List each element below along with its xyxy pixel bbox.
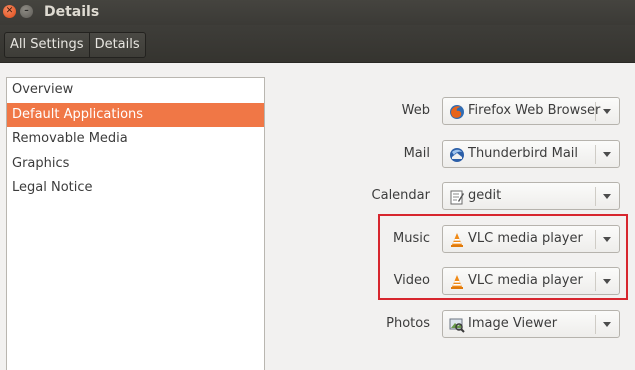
combo-separator	[595, 315, 596, 334]
web-label: Web	[401, 103, 430, 118]
photos-app-name: Image Viewer	[468, 316, 558, 331]
web-app-name: Firefox Web Browser	[468, 103, 601, 118]
mail-label: Mail	[403, 146, 430, 161]
close-icon[interactable]: ✕	[3, 5, 16, 18]
photos-label: Photos	[386, 316, 430, 331]
breadcrumb-all-settings[interactable]: All Settings	[5, 33, 90, 57]
combo-separator	[595, 102, 596, 121]
photos-app-combo[interactable]: Image Viewer	[442, 310, 620, 338]
combo-separator	[595, 187, 596, 206]
sidebar-item-overview[interactable]: Overview	[7, 78, 264, 103]
web-app-combo[interactable]: Firefox Web Browser	[442, 97, 620, 125]
sidebar-item-default-applications[interactable]: Default Applications	[7, 102, 264, 127]
highlight-box	[378, 214, 628, 300]
title-bar: ✕ – Details	[0, 0, 635, 25]
mail-app-name: Thunderbird Mail	[468, 146, 579, 161]
toolbar: All Settings Details	[0, 25, 635, 63]
calendar-app-combo[interactable]: gedit	[442, 182, 620, 210]
chevron-down-icon	[603, 194, 611, 199]
gedit-icon	[450, 190, 464, 205]
image-viewer-icon	[449, 318, 465, 333]
window-title: Details	[44, 4, 100, 20]
sidebar-item-legal-notice[interactable]: Legal Notice	[7, 176, 264, 201]
chevron-down-icon	[603, 322, 611, 327]
minimize-icon[interactable]: –	[20, 5, 33, 18]
calendar-app-name: gedit	[468, 188, 502, 203]
firefox-icon	[450, 105, 464, 119]
combo-separator	[595, 145, 596, 164]
sidebar-item-removable-media[interactable]: Removable Media	[7, 127, 264, 152]
calendar-label: Calendar	[371, 188, 430, 203]
chevron-down-icon	[603, 152, 611, 157]
sidebar-item-graphics[interactable]: Graphics	[7, 152, 264, 177]
mail-app-combo[interactable]: Thunderbird Mail	[442, 140, 620, 168]
chevron-down-icon	[603, 109, 611, 114]
breadcrumb: All Settings Details	[4, 32, 146, 58]
thunderbird-icon	[450, 148, 464, 162]
breadcrumb-details[interactable]: Details	[90, 33, 145, 57]
sidebar-list: Overview Default Applications Removable …	[6, 77, 265, 370]
